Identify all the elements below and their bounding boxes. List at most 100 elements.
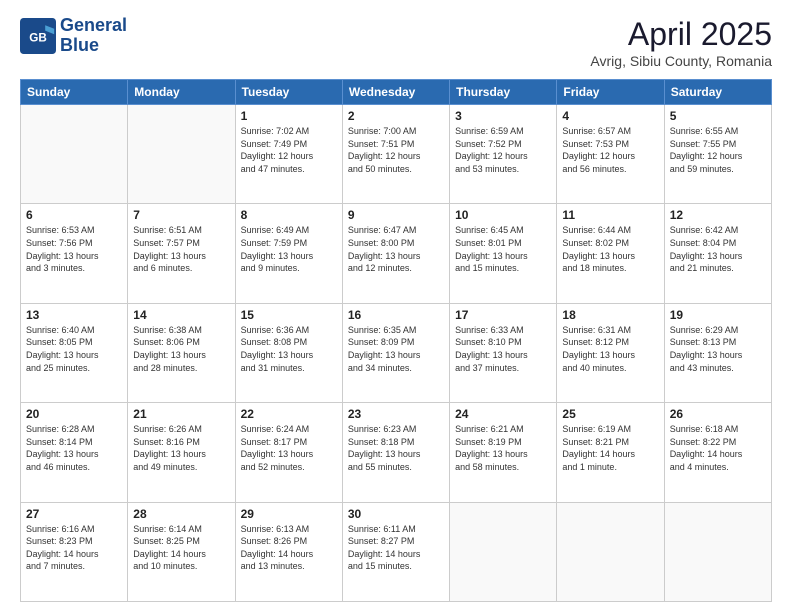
day-info: Sunrise: 6:49 AM Sunset: 7:59 PM Dayligh…	[241, 224, 337, 274]
day-header-friday: Friday	[557, 80, 664, 105]
calendar-cell: 22Sunrise: 6:24 AM Sunset: 8:17 PM Dayli…	[235, 403, 342, 502]
calendar-cell: 21 Sunrise: 6:26 AM Sunset: 8:16 PM Dayli…	[128, 403, 235, 502]
day-info: Sunrise: 6:55 AM Sunset: 7:55 PM Dayligh…	[670, 125, 766, 175]
calendar-subtitle: Avrig, Sibiu County, Romania	[590, 53, 772, 69]
day-header-row: SundayMondayTuesdayWednesdayThursdayFrid…	[21, 80, 772, 105]
day-number: 1	[241, 109, 337, 123]
day-info: Sunrise: 6:23 AM Sunset: 8:18 PM Dayligh…	[348, 423, 444, 473]
day-header-saturday: Saturday	[664, 80, 771, 105]
day-info: Sunrise: 6:36 AM Sunset: 8:08 PM Dayligh…	[241, 324, 337, 374]
calendar-cell: 16 Sunrise: 6:35 AM Sunset: 8:09 PM Dayli…	[342, 303, 449, 402]
logo: GB General Blue	[20, 16, 127, 56]
day-number: 25	[562, 407, 658, 421]
day-info: Sunrise: 6:13 AM Sunset: 8:26 PM Dayligh…	[241, 523, 337, 573]
day-info: Sunrise: 7:02 AM Sunset: 7:49 PM Dayligh…	[241, 125, 337, 175]
calendar-cell: 28Sunrise: 6:14 AM Sunset: 8:25 PM Dayli…	[128, 502, 235, 601]
calendar-cell: 11 Sunrise: 6:44 AM Sunset: 8:02 PM Dayli…	[557, 204, 664, 303]
calendar-cell: 6Sunrise: 6:53 AM Sunset: 7:56 PM Daylig…	[21, 204, 128, 303]
day-info: Sunrise: 6:45 AM Sunset: 8:01 PM Dayligh…	[455, 224, 551, 274]
calendar-cell: 23 Sunrise: 6:23 AM Sunset: 8:18 PM Dayli…	[342, 403, 449, 502]
day-number: 8	[241, 208, 337, 222]
day-number: 16	[348, 308, 444, 322]
day-info: Sunrise: 6:14 AM Sunset: 8:25 PM Dayligh…	[133, 523, 229, 573]
day-info: Sunrise: 6:18 AM Sunset: 8:22 PM Dayligh…	[670, 423, 766, 473]
day-info: Sunrise: 6:24 AM Sunset: 8:17 PM Dayligh…	[241, 423, 337, 473]
day-number: 17	[455, 308, 551, 322]
calendar-cell: 4 Sunrise: 6:57 AM Sunset: 7:53 PM Daylig…	[557, 105, 664, 204]
day-number: 23	[348, 407, 444, 421]
calendar-cell	[128, 105, 235, 204]
day-number: 27	[26, 507, 122, 521]
day-info: Sunrise: 6:47 AM Sunset: 8:00 PM Dayligh…	[348, 224, 444, 274]
day-info: Sunrise: 6:53 AM Sunset: 7:56 PM Dayligh…	[26, 224, 122, 274]
calendar-cell: 14Sunrise: 6:38 AM Sunset: 8:06 PM Dayli…	[128, 303, 235, 402]
calendar-cell: 13Sunrise: 6:40 AM Sunset: 8:05 PM Dayli…	[21, 303, 128, 402]
calendar-cell: 10 Sunrise: 6:45 AM Sunset: 8:01 PM Dayli…	[450, 204, 557, 303]
day-number: 5	[670, 109, 766, 123]
day-info: Sunrise: 6:33 AM Sunset: 8:10 PM Dayligh…	[455, 324, 551, 374]
day-number: 20	[26, 407, 122, 421]
day-number: 7	[133, 208, 229, 222]
calendar-cell: 20 Sunrise: 6:28 AM Sunset: 8:14 PM Dayli…	[21, 403, 128, 502]
calendar-cell	[664, 502, 771, 601]
logo-line1: General	[60, 16, 127, 36]
calendar-cell: 7 Sunrise: 6:51 AM Sunset: 7:57 PM Daylig…	[128, 204, 235, 303]
day-number: 3	[455, 109, 551, 123]
day-header-sunday: Sunday	[21, 80, 128, 105]
calendar-cell	[557, 502, 664, 601]
day-info: Sunrise: 6:59 AM Sunset: 7:52 PM Dayligh…	[455, 125, 551, 175]
calendar-cell: 2Sunrise: 7:00 AM Sunset: 7:51 PM Daylig…	[342, 105, 449, 204]
day-info: Sunrise: 7:00 AM Sunset: 7:51 PM Dayligh…	[348, 125, 444, 175]
calendar-week-1: 6Sunrise: 6:53 AM Sunset: 7:56 PM Daylig…	[21, 204, 772, 303]
svg-text:GB: GB	[29, 31, 47, 44]
day-info: Sunrise: 6:57 AM Sunset: 7:53 PM Dayligh…	[562, 125, 658, 175]
calendar-cell: 18Sunrise: 6:31 AM Sunset: 8:12 PM Dayli…	[557, 303, 664, 402]
calendar-cell	[450, 502, 557, 601]
calendar-cell: 15 Sunrise: 6:36 AM Sunset: 8:08 PM Dayli…	[235, 303, 342, 402]
day-number: 21	[133, 407, 229, 421]
day-info: Sunrise: 6:19 AM Sunset: 8:21 PM Dayligh…	[562, 423, 658, 473]
logo-line2: Blue	[60, 36, 127, 56]
day-header-wednesday: Wednesday	[342, 80, 449, 105]
day-number: 4	[562, 109, 658, 123]
day-header-thursday: Thursday	[450, 80, 557, 105]
day-header-monday: Monday	[128, 80, 235, 105]
calendar-cell: 17 Sunrise: 6:33 AM Sunset: 8:10 PM Dayli…	[450, 303, 557, 402]
calendar-cell: 19 Sunrise: 6:29 AM Sunset: 8:13 PM Dayli…	[664, 303, 771, 402]
day-number: 12	[670, 208, 766, 222]
day-info: Sunrise: 6:29 AM Sunset: 8:13 PM Dayligh…	[670, 324, 766, 374]
day-info: Sunrise: 6:26 AM Sunset: 8:16 PM Dayligh…	[133, 423, 229, 473]
calendar-cell: 8 Sunrise: 6:49 AM Sunset: 7:59 PM Daylig…	[235, 204, 342, 303]
day-number: 29	[241, 507, 337, 521]
day-number: 11	[562, 208, 658, 222]
calendar-cell: 29 Sunrise: 6:13 AM Sunset: 8:26 PM Dayli…	[235, 502, 342, 601]
day-number: 30	[348, 507, 444, 521]
calendar-cell: 26Sunrise: 6:18 AM Sunset: 8:22 PM Dayli…	[664, 403, 771, 502]
day-info: Sunrise: 6:42 AM Sunset: 8:04 PM Dayligh…	[670, 224, 766, 274]
calendar-cell: 12 Sunrise: 6:42 AM Sunset: 8:04 PM Dayli…	[664, 204, 771, 303]
calendar-cell: 27Sunrise: 6:16 AM Sunset: 8:23 PM Dayli…	[21, 502, 128, 601]
day-info: Sunrise: 6:51 AM Sunset: 7:57 PM Dayligh…	[133, 224, 229, 274]
day-number: 14	[133, 308, 229, 322]
day-info: Sunrise: 6:11 AM Sunset: 8:27 PM Dayligh…	[348, 523, 444, 573]
calendar-week-0: 1 Sunrise: 7:02 AM Sunset: 7:49 PM Daylig…	[21, 105, 772, 204]
day-info: Sunrise: 6:35 AM Sunset: 8:09 PM Dayligh…	[348, 324, 444, 374]
day-number: 15	[241, 308, 337, 322]
day-info: Sunrise: 6:40 AM Sunset: 8:05 PM Dayligh…	[26, 324, 122, 374]
day-info: Sunrise: 6:28 AM Sunset: 8:14 PM Dayligh…	[26, 423, 122, 473]
calendar-header: SundayMondayTuesdayWednesdayThursdayFrid…	[21, 80, 772, 105]
day-info: Sunrise: 6:44 AM Sunset: 8:02 PM Dayligh…	[562, 224, 658, 274]
calendar-cell: 24Sunrise: 6:21 AM Sunset: 8:19 PM Dayli…	[450, 403, 557, 502]
logo-text: General Blue	[60, 16, 127, 56]
calendar-body: 1 Sunrise: 7:02 AM Sunset: 7:49 PM Daylig…	[21, 105, 772, 602]
calendar-cell: 5 Sunrise: 6:55 AM Sunset: 7:55 PM Daylig…	[664, 105, 771, 204]
calendar-cell	[21, 105, 128, 204]
day-number: 18	[562, 308, 658, 322]
day-number: 10	[455, 208, 551, 222]
logo-icon: GB	[20, 18, 56, 54]
title-block: April 2025 Avrig, Sibiu County, Romania	[590, 16, 772, 69]
calendar-cell: 9 Sunrise: 6:47 AM Sunset: 8:00 PM Daylig…	[342, 204, 449, 303]
page: GB General Blue April 2025 Avrig, Sibiu …	[0, 0, 792, 612]
day-number: 9	[348, 208, 444, 222]
day-number: 19	[670, 308, 766, 322]
